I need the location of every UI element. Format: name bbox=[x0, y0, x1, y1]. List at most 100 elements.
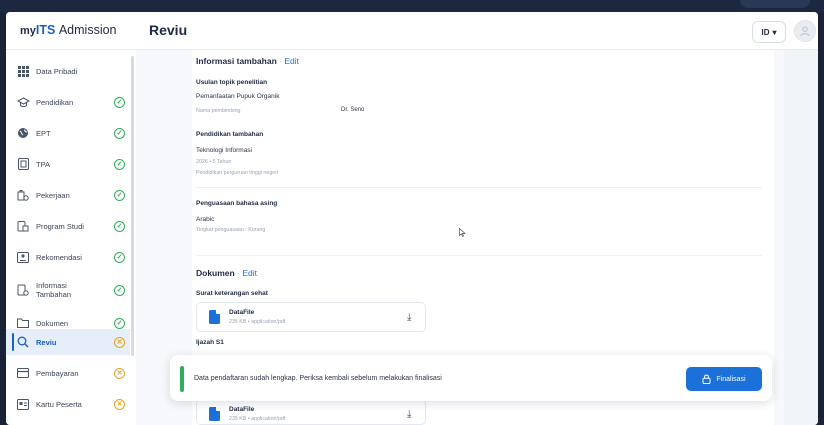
window-top-strip bbox=[0, 0, 824, 12]
window-pill bbox=[740, 0, 810, 8]
download-icon[interactable]: ⤓ bbox=[407, 409, 411, 420]
sidebar-item-data-pribadi[interactable]: Data Pribadi bbox=[6, 58, 130, 84]
sidebar-item-label: Reviu bbox=[36, 337, 57, 347]
sidebar-item-kartu-peserta[interactable]: Kartu Peserta ✕ bbox=[6, 391, 130, 417]
edu-type: Pendidikan perguruan tinggi negeri bbox=[196, 170, 279, 176]
edu-value: Teknologi Informasi bbox=[196, 147, 252, 154]
section-title-text: Dokumen bbox=[196, 268, 235, 278]
card-icon bbox=[16, 397, 30, 411]
globe-icon bbox=[16, 126, 30, 140]
check-circle-icon: ✓ bbox=[114, 158, 125, 170]
brand-admission: Admission bbox=[58, 23, 117, 37]
sidebar-item-label: Kartu Peserta bbox=[36, 399, 82, 409]
language-value: Arabic bbox=[196, 216, 215, 223]
divider bbox=[196, 187, 762, 188]
file-name: DataFile bbox=[229, 309, 255, 316]
graduation-cap-icon bbox=[16, 95, 30, 109]
check-circle-icon: ✓ bbox=[114, 251, 125, 263]
sidebar-item-label: Data Pribadi bbox=[36, 66, 78, 76]
sidebar-item-pekerjaan[interactable]: Pekerjaan ✓ bbox=[6, 182, 130, 208]
topic-label: Usulan topik penelitian bbox=[196, 79, 268, 86]
sidebar-item-informasi-tambahan[interactable]: Informasi Tambahan ✓ bbox=[6, 275, 130, 305]
language-value: ID bbox=[761, 27, 770, 37]
download-icon[interactable]: ⤓ bbox=[407, 312, 411, 323]
credit-card-icon bbox=[16, 366, 30, 380]
language-select[interactable]: ID ▾ bbox=[752, 21, 786, 43]
check-circle-icon: ✓ bbox=[114, 317, 125, 329]
toast-message: Data pendaftaran sudah lengkap. Periksa … bbox=[194, 375, 442, 382]
right-gutter bbox=[784, 50, 818, 425]
finalisasi-label: Finalisasi bbox=[716, 375, 746, 383]
sidebar-item-label: Program Studi bbox=[36, 221, 84, 231]
user-icon bbox=[800, 26, 810, 37]
brand-logo: myITS Admission bbox=[20, 23, 117, 37]
folder-icon bbox=[16, 316, 30, 330]
edit-informasi-link[interactable]: Edit bbox=[284, 56, 299, 66]
sidebar-item-label: Pendidikan bbox=[36, 97, 74, 107]
pending-circle-icon: ✕ bbox=[114, 398, 125, 410]
section-dokumen-title: Dokumen · Edit bbox=[196, 268, 257, 278]
file-meta: 235 KB • application/pdf bbox=[229, 319, 286, 325]
section-title-text: Informasi tambahan bbox=[196, 56, 277, 66]
supervisor-value: Dr. Seno bbox=[341, 107, 365, 113]
chevron-down-icon: ▾ bbox=[772, 27, 777, 37]
top-bar: myITS Admission Reviu ID ▾ bbox=[6, 12, 818, 50]
edu-label: Pendidikan tambahan bbox=[196, 131, 264, 138]
divider bbox=[196, 255, 762, 256]
section-informasi-tambahan-title: Informasi tambahan · Edit bbox=[196, 56, 299, 66]
sidebar-item-label: TPA bbox=[36, 159, 51, 169]
sidebar-item-label: Pekerjaan bbox=[36, 190, 70, 200]
sidebar-item-label: Rekomendasi bbox=[36, 252, 82, 262]
pending-circle-icon: ✕ bbox=[114, 336, 125, 348]
language-label: Penguasaan bahasa asing bbox=[196, 200, 278, 207]
sidebar-item-rekomendasi[interactable]: Rekomendasi ✓ bbox=[6, 244, 130, 270]
clipboard-icon bbox=[16, 219, 30, 233]
sidebar-item-label: Dokumen bbox=[36, 318, 69, 328]
topic-value: Pemanfaatan Pupuk Organik bbox=[196, 93, 280, 100]
finalisasi-button[interactable]: Finalisasi bbox=[686, 367, 762, 391]
sidebar-item-tpa[interactable]: TPA ✓ bbox=[6, 151, 130, 177]
check-circle-icon: ✓ bbox=[114, 189, 125, 201]
sidebar-item-label: EPT bbox=[36, 128, 51, 138]
edu-meta: 2026 • 5 Tahun bbox=[196, 159, 232, 165]
search-document-icon bbox=[16, 335, 30, 349]
briefcase-icon bbox=[16, 188, 30, 202]
document-icon bbox=[16, 157, 30, 171]
sidebar-scrollbar[interactable] bbox=[131, 56, 134, 356]
document-label: Ijazah S1 bbox=[196, 339, 224, 346]
finalization-toast: Data pendaftaran sudah lengkap. Periksa … bbox=[170, 355, 772, 401]
supervisor-label: Nama pembimbing bbox=[196, 108, 241, 114]
check-circle-icon: ✓ bbox=[114, 220, 125, 232]
check-circle-icon: ✓ bbox=[114, 127, 125, 139]
file-card: DataFile 235 KB • application/pdf ⤓ bbox=[196, 399, 426, 425]
success-bar bbox=[180, 366, 184, 392]
sidebar-item-label: Pembayaran bbox=[36, 368, 79, 378]
check-circle-icon: ✓ bbox=[114, 284, 125, 296]
avatar[interactable] bbox=[794, 20, 816, 42]
document-label: Surat keterangan sehat bbox=[196, 290, 268, 297]
sidebar-item-pembayaran[interactable]: Pembayaran ✕ bbox=[6, 360, 130, 386]
sidebar-item-program-studi[interactable]: Program Studi ✓ bbox=[6, 213, 130, 239]
info-document-icon bbox=[16, 283, 30, 297]
file-card: DataFile 235 KB • application/pdf ⤓ bbox=[196, 302, 426, 332]
brand-my: my bbox=[20, 25, 36, 37]
grid-icon bbox=[16, 64, 30, 78]
sidebar: Data Pribadi Pendidikan ✓ EPT ✓ TPA ✓ Pe… bbox=[6, 50, 136, 425]
lock-icon bbox=[702, 374, 711, 384]
check-circle-icon: ✓ bbox=[114, 96, 125, 108]
file-meta: 235 KB • application/pdf bbox=[229, 416, 286, 422]
id-card-icon bbox=[16, 250, 30, 264]
separator: · bbox=[237, 268, 240, 278]
page-title: Reviu bbox=[149, 22, 188, 38]
sidebar-item-label: Informasi Tambahan bbox=[36, 281, 72, 299]
language-level: Tingkat penguasaan : Kurang bbox=[196, 227, 266, 233]
edit-dokumen-link[interactable]: Edit bbox=[242, 268, 257, 278]
brand-its: ITS bbox=[35, 23, 56, 37]
sidebar-item-reviu[interactable]: Reviu ✕ bbox=[6, 329, 130, 355]
file-name: DataFile bbox=[229, 406, 255, 413]
file-icon bbox=[209, 310, 220, 324]
sidebar-item-pendidikan[interactable]: Pendidikan ✓ bbox=[6, 89, 130, 115]
mouse-cursor-icon bbox=[459, 228, 466, 237]
sidebar-item-ept[interactable]: EPT ✓ bbox=[6, 120, 130, 146]
separator: · bbox=[279, 56, 282, 66]
